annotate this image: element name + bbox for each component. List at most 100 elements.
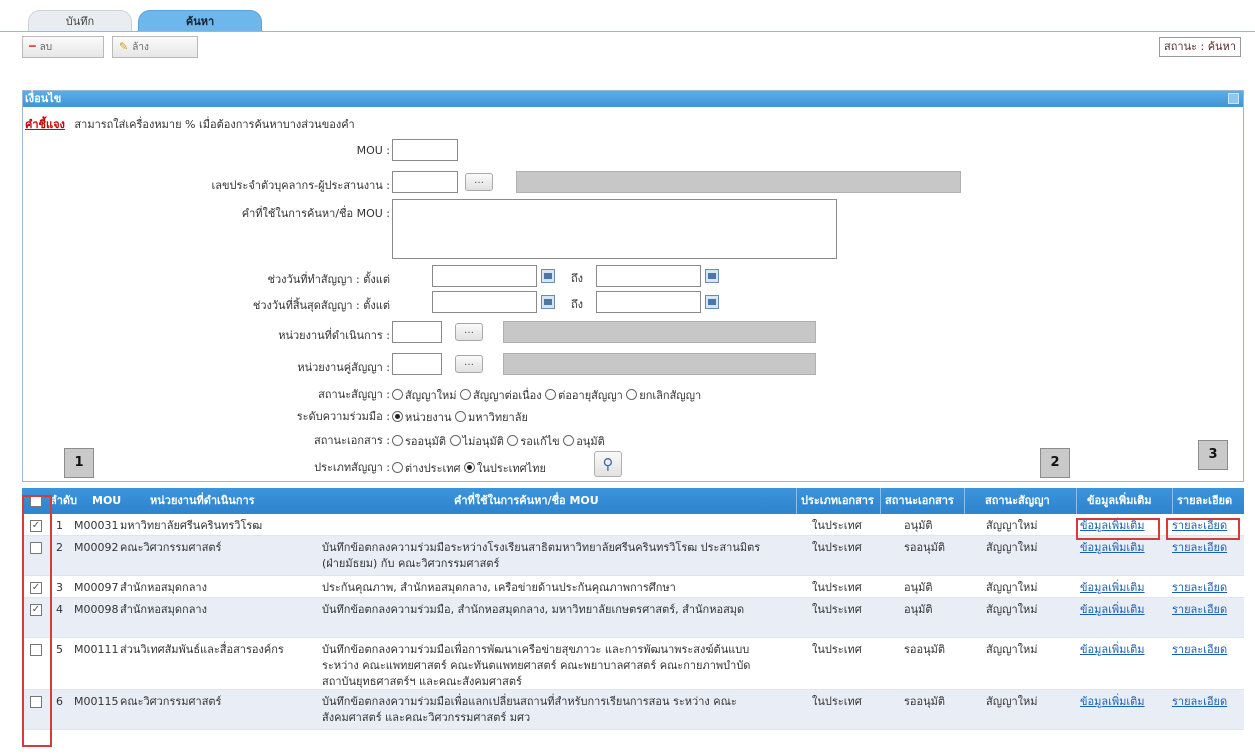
cell-title: บันทึกข้อตกลงความร่วมมือ, สำนักหอสมุดกลา… bbox=[322, 603, 745, 616]
clear-button-label: ล้าง bbox=[132, 42, 149, 53]
cell-contract-status: สัญญาใหม่ bbox=[986, 541, 1038, 554]
unit-lookup-button[interactable]: … bbox=[455, 323, 483, 341]
calendar-icon[interactable] bbox=[541, 269, 555, 283]
tab-record[interactable]: บันทึก bbox=[28, 10, 132, 32]
cell-unit: มหาวิทยาลัยศรีนครินทรวิโรฒ bbox=[120, 519, 263, 532]
cell-no: 5 bbox=[56, 643, 63, 656]
panel-title: เงื่อนไข bbox=[25, 92, 62, 105]
col-header-mou: MOU bbox=[92, 494, 122, 507]
unit-row: หน่วยงานที่ดำเนินการ : bbox=[23, 323, 390, 345]
detail-link[interactable]: รายละเอียด bbox=[1172, 602, 1227, 618]
radio-revise[interactable] bbox=[507, 435, 519, 446]
cell-doc-status: อนุมัติ bbox=[904, 581, 933, 594]
table-row: 5 M00111 ส่วนวิเทศสัมพันธ์และสื่อสารองค์กร… bbox=[22, 638, 1244, 690]
cell-no: 3 bbox=[56, 581, 63, 594]
detail-link[interactable]: รายละเอียด bbox=[1172, 580, 1227, 596]
radio-rejected-label: ไม่อนุมัติ bbox=[462, 435, 504, 448]
detail-link[interactable]: รายละเอียด bbox=[1172, 694, 1227, 710]
more-info-link[interactable]: ข้อมูลเพิ่มเติม bbox=[1080, 642, 1145, 658]
cell-unit: สำนักหอสมุดกลาง bbox=[120, 603, 207, 616]
radio-level-unit[interactable] bbox=[392, 411, 403, 422]
end-date-from-input[interactable] bbox=[432, 291, 537, 313]
radio-cancel-contract[interactable] bbox=[626, 389, 638, 400]
cell-doc-status: รออนุมัติ bbox=[904, 643, 946, 656]
table-row: 2 M00092 คณะวิศวกรรมศาสตร์ บันทึกข้อตกลงควา… bbox=[22, 536, 1244, 576]
radio-new-contract[interactable] bbox=[392, 389, 403, 400]
cell-no: 1 bbox=[56, 519, 63, 532]
radio-domestic[interactable] bbox=[463, 462, 475, 473]
cell-mou: M00031 bbox=[74, 519, 119, 532]
delete-button-label: ลบ bbox=[39, 42, 53, 53]
partner-lookup-button[interactable]: … bbox=[455, 355, 483, 373]
unit-input[interactable] bbox=[392, 321, 442, 343]
radio-new-contract-label: สัญญาใหม่ bbox=[405, 389, 457, 402]
end-date-from-label: ตั้งแต่ bbox=[363, 299, 390, 312]
cell-unit: คณะวิศวกรรมศาสตร์ bbox=[120, 541, 222, 554]
radio-level-university-label: มหาวิทยาลัย bbox=[467, 411, 528, 424]
delete-button[interactable]: ━ ลบ bbox=[22, 36, 104, 58]
cell-mou: M00097 bbox=[74, 581, 119, 594]
cell-contract-status: สัญญาใหม่ bbox=[986, 643, 1038, 656]
radio-renew-contract[interactable] bbox=[545, 389, 557, 400]
radio-foreign[interactable] bbox=[392, 462, 403, 473]
cell-contract-status: สัญญาใหม่ bbox=[986, 581, 1038, 594]
keyword-textarea[interactable] bbox=[392, 199, 837, 259]
table-row: ✓ 3 M00097 สำนักหอสมุดกลาง ประกันคุณภาพ, สำน… bbox=[22, 576, 1244, 598]
cell-doc-type: ในประเทศ bbox=[812, 519, 862, 532]
contract-status-row: สถานะสัญญา : bbox=[23, 382, 390, 404]
sign-date-to-input[interactable] bbox=[596, 265, 701, 287]
detail-link[interactable]: รายละเอียด bbox=[1172, 540, 1227, 556]
more-info-link[interactable]: ข้อมูลเพิ่มเติม bbox=[1080, 580, 1145, 596]
partner-name-display bbox=[503, 353, 816, 375]
cell-doc-type: ในประเทศ bbox=[812, 643, 862, 656]
calendar-icon[interactable] bbox=[705, 269, 719, 283]
cell-doc-type: ในประเทศ bbox=[812, 695, 862, 708]
radio-approved[interactable] bbox=[563, 435, 575, 446]
cell-doc-status: รออนุมัติ bbox=[904, 695, 946, 708]
more-info-link[interactable]: ข้อมูลเพิ่มเติม bbox=[1080, 540, 1145, 556]
app-root: บันทึก ค้นหา ━ ลบ ✎ ล้าง สถานะ : ค้นหา เงื… bbox=[0, 0, 1255, 756]
radio-level-university[interactable] bbox=[454, 411, 466, 422]
doc-status-radios: รออนุมัติ ไม่อนุมัติ รอแก้ไข อนุมัติ bbox=[392, 432, 605, 450]
table-row: 6 M00115 คณะวิศวกรรมศาสตร์ บันทึกข้อตกลงควา… bbox=[22, 690, 1244, 730]
person-lookup-button[interactable]: … bbox=[465, 173, 493, 191]
radio-pending[interactable] bbox=[392, 435, 403, 446]
mou-label: MOU : bbox=[356, 144, 390, 157]
tab-search[interactable]: ค้นหา bbox=[138, 10, 262, 32]
contract-status-label: สถานะสัญญา : bbox=[318, 388, 390, 401]
sign-date-label: ช่วงวันที่ทำสัญญา : ตั้งแต่ bbox=[267, 273, 390, 286]
sign-date-from-input[interactable] bbox=[432, 265, 537, 287]
radio-renew-contract-label: ต่ออายุสัญญา bbox=[558, 389, 623, 402]
radio-continuing-contract[interactable] bbox=[460, 389, 472, 400]
calendar-icon[interactable] bbox=[541, 295, 555, 309]
search-icon: ⚲ bbox=[602, 455, 614, 473]
radio-continuing-contract-label: สัญญาต่อเนื่อง bbox=[473, 389, 542, 402]
cell-mou: M00111 bbox=[74, 643, 119, 656]
person-input[interactable] bbox=[392, 171, 458, 193]
more-info-link[interactable]: ข้อมูลเพิ่มเติม bbox=[1080, 602, 1145, 618]
search-button[interactable]: ⚲ bbox=[594, 451, 622, 477]
radio-pending-label: รออนุมัติ bbox=[405, 435, 447, 448]
instruction-text: สามารถใส่เครื่องหมาย % เมื่อต้องการค้นหา… bbox=[74, 118, 355, 131]
more-info-link[interactable]: ข้อมูลเพิ่มเติม bbox=[1080, 694, 1145, 710]
callout-1: 1 bbox=[64, 448, 94, 478]
contract-status-radios: สัญญาใหม่ สัญญาต่อเนื่อง ต่ออายุสัญญา ยก… bbox=[392, 386, 701, 404]
tab-bar: บันทึก ค้นหา bbox=[0, 0, 1255, 32]
instruction-label: คำชี้แจง bbox=[25, 118, 65, 131]
radio-domestic-label: ในประเทศไทย bbox=[476, 462, 546, 475]
table-row: ✓ 4 M00098 สำนักหอสมุดกลาง บันทึกข้อตกลงความ… bbox=[22, 598, 1244, 638]
collapse-icon[interactable] bbox=[1228, 93, 1239, 104]
cell-doc-type: ในประเทศ bbox=[812, 581, 862, 594]
clear-button[interactable]: ✎ ล้าง bbox=[112, 36, 198, 58]
detail-link[interactable]: รายละเอียด bbox=[1172, 642, 1227, 658]
col-header-unit: หน่วยงานที่ดำเนินการ bbox=[150, 494, 255, 507]
radio-revise-label: รอแก้ไข bbox=[520, 435, 560, 448]
keyword-label: คำที่ใช้ในการค้นหา/ชื่อ MOU : bbox=[241, 207, 390, 220]
partner-input[interactable] bbox=[392, 353, 442, 375]
cell-contract-status: สัญญาใหม่ bbox=[986, 603, 1038, 616]
radio-rejected[interactable] bbox=[449, 435, 461, 446]
cell-unit: คณะวิศวกรรมศาสตร์ bbox=[120, 695, 222, 708]
mou-input[interactable] bbox=[392, 139, 458, 161]
calendar-icon[interactable] bbox=[705, 295, 719, 309]
end-date-to-input[interactable] bbox=[596, 291, 701, 313]
